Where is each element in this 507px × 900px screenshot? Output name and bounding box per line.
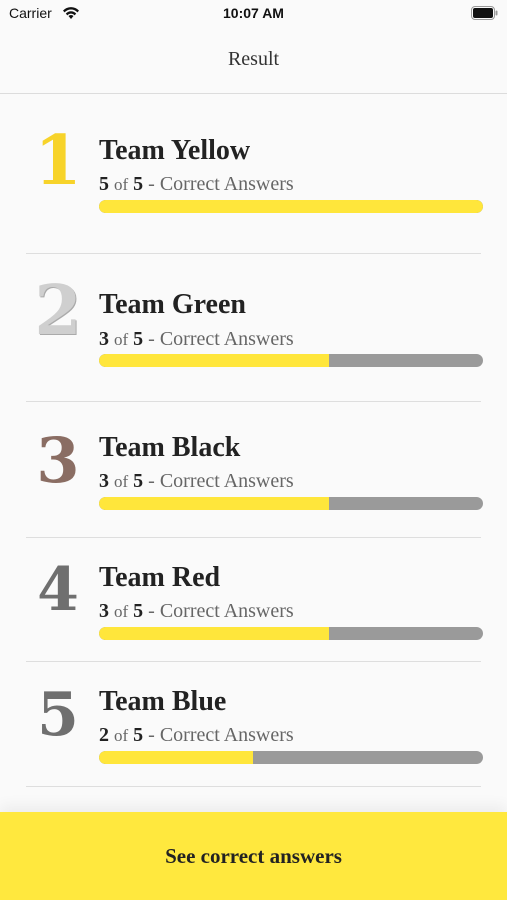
correct-count: 5 — [99, 173, 109, 195]
of-label: of — [114, 330, 129, 349]
battery-icon — [471, 6, 498, 20]
score-text: 3 of 5 - Correct Answers — [99, 470, 294, 493]
correct-count: 3 — [99, 328, 109, 350]
see-correct-answers-button[interactable]: See correct answers — [0, 812, 507, 900]
of-label: of — [114, 726, 129, 745]
progress-fill — [99, 354, 330, 367]
progress-bar — [99, 497, 483, 510]
rank-number: 1 — [34, 121, 82, 201]
total-count: 5 — [133, 470, 144, 492]
rank-number: 5 — [37, 680, 79, 750]
row-divider — [26, 786, 481, 787]
score-suffix: - Correct Answers — [148, 724, 294, 746]
score-text: 5 of 5 - Correct Answers — [99, 173, 294, 196]
result-row: 4 Team Red 3 of 5 - Correct Answers — [0, 538, 507, 662]
correct-count: 2 — [99, 724, 109, 746]
of-label: of — [114, 602, 129, 621]
clock-time: 10:07 AM — [223, 5, 284, 21]
results-list: 1 Team Yellow 5 of 5 - Correct Answers 2… — [0, 95, 507, 787]
progress-fill — [99, 627, 330, 640]
progress-bar — [99, 354, 483, 367]
result-row: 3 Team Black 3 of 5 - Correct Answers — [0, 402, 507, 538]
progress-fill — [99, 497, 330, 510]
correct-count: 3 — [99, 600, 109, 622]
score-suffix: - Correct Answers — [148, 328, 294, 350]
progress-bar — [99, 627, 483, 640]
rank-number: 2 — [34, 271, 82, 351]
team-name: Team Black — [99, 432, 241, 463]
team-name: Team Blue — [99, 686, 227, 717]
score-text: 2 of 5 - Correct Answers — [99, 724, 294, 747]
result-row: 1 Team Yellow 5 of 5 - Correct Answers — [0, 95, 507, 254]
of-label: of — [114, 472, 129, 491]
team-name: Team Green — [99, 289, 246, 320]
score-text: 3 of 5 - Correct Answers — [99, 328, 294, 351]
total-count: 5 — [133, 724, 144, 746]
total-count: 5 — [133, 600, 144, 622]
result-row: 2 Team Green 3 of 5 - Correct Answers — [0, 254, 507, 402]
navigation-bar: Result — [0, 28, 507, 94]
progress-fill — [99, 200, 483, 213]
team-name: Team Red — [99, 562, 221, 593]
score-suffix: - Correct Answers — [148, 173, 294, 195]
progress-bar — [99, 200, 483, 213]
page-title: Result — [227, 48, 280, 70]
progress-bar — [99, 751, 483, 764]
status-bar: Carrier 10:07 AM — [0, 0, 507, 28]
score-suffix: - Correct Answers — [148, 600, 294, 622]
total-count: 5 — [133, 173, 144, 195]
score-suffix: - Correct Answers — [148, 470, 294, 492]
rank-number: 4 — [37, 555, 79, 625]
team-name: Team Yellow — [99, 135, 251, 166]
rank-number: 3 — [36, 424, 80, 497]
correct-count: 3 — [99, 470, 109, 492]
total-count: 5 — [133, 328, 144, 350]
result-row: 5 Team Blue 2 of 5 - Correct Answers — [0, 662, 507, 787]
score-text: 3 of 5 - Correct Answers — [99, 600, 294, 623]
progress-fill — [99, 751, 253, 764]
of-label: of — [114, 175, 129, 194]
